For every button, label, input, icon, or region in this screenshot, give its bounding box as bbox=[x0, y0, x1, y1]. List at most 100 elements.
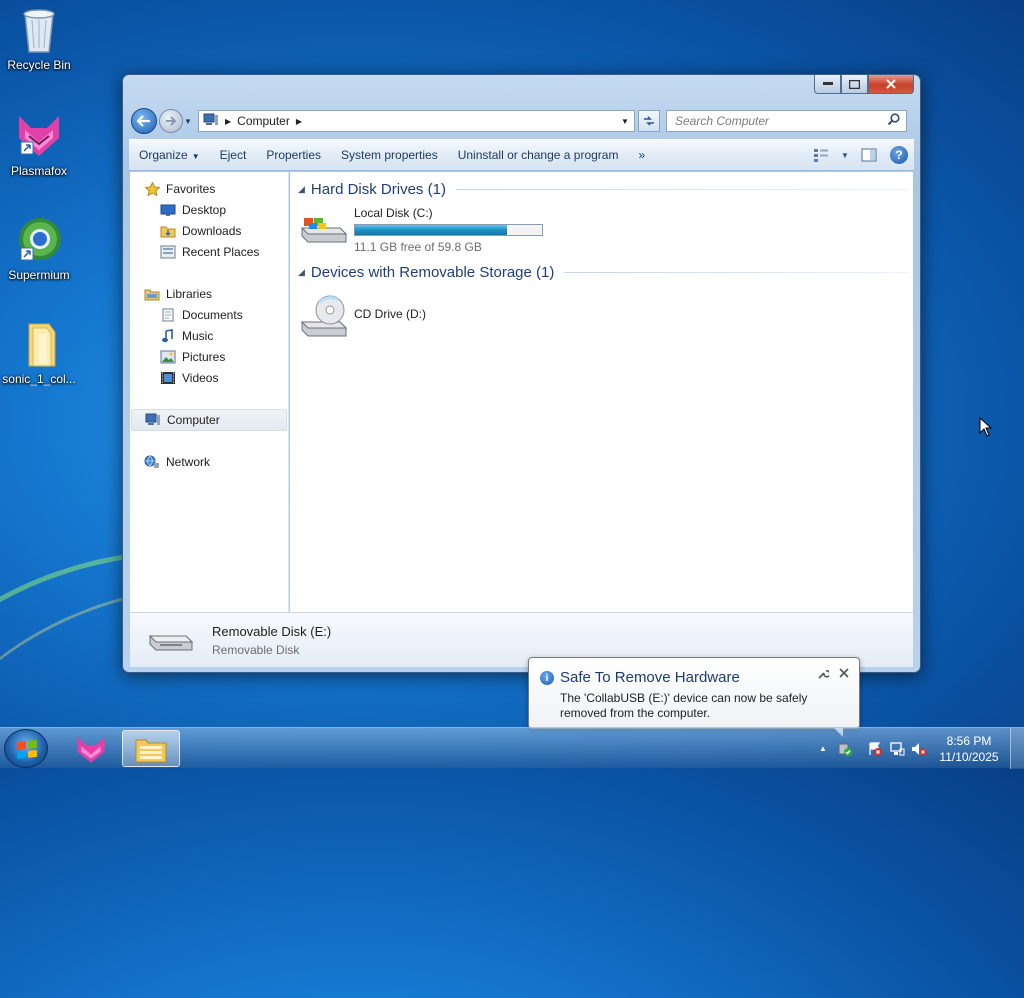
notification-title: Safe To Remove Hardware bbox=[560, 669, 740, 686]
clock[interactable]: 8:56 PM 11/10/2025 bbox=[934, 733, 1004, 765]
nav-item-music[interactable]: Music bbox=[160, 326, 213, 346]
nav-item-label: Videos bbox=[182, 371, 219, 385]
desktop-icon-plasmafox[interactable]: Plasmafox bbox=[0, 112, 78, 178]
back-button[interactable] bbox=[131, 108, 157, 134]
nav-item-label: Desktop bbox=[182, 203, 227, 217]
collapse-group-icon[interactable]: ◢ bbox=[298, 184, 305, 195]
nav-item-label: Computer bbox=[167, 413, 220, 427]
more-commands-button[interactable]: » bbox=[628, 148, 655, 162]
nav-item-label: Libraries bbox=[166, 287, 213, 301]
explorer-window[interactable]: ▼ ▶ Computer ▶ ▼ Organize▼ Eject Propert… bbox=[122, 74, 921, 673]
maximize-button[interactable] bbox=[841, 75, 868, 94]
close-icon[interactable] bbox=[839, 667, 849, 681]
nav-libraries[interactable]: Libraries bbox=[144, 284, 212, 304]
star-icon bbox=[144, 182, 160, 196]
show-hidden-icons-button[interactable]: ▲ bbox=[812, 738, 834, 760]
nav-item-label: Network bbox=[166, 455, 211, 469]
search-input[interactable] bbox=[673, 113, 887, 129]
taskbar: ▲ 8:56 PM 11/10/2025 bbox=[0, 727, 1024, 769]
recent-pages-dropdown[interactable]: ▼ bbox=[184, 117, 194, 126]
close-button[interactable] bbox=[868, 75, 914, 94]
help-button[interactable]: ? bbox=[887, 144, 911, 166]
taskbar-plasmafox-button[interactable] bbox=[62, 730, 120, 767]
details-title: Removable Disk (E:) bbox=[212, 623, 332, 639]
network-icon[interactable] bbox=[886, 738, 908, 760]
nav-network[interactable]: Network bbox=[144, 452, 210, 472]
nav-item-pictures[interactable]: Pictures bbox=[160, 347, 225, 367]
minimize-button[interactable] bbox=[814, 75, 841, 94]
disk-usage-fill bbox=[355, 225, 508, 235]
breadcrumb-separator-icon[interactable]: ▶ bbox=[225, 117, 231, 126]
group-divider bbox=[564, 272, 908, 273]
show-desktop-button[interactable] bbox=[1010, 728, 1024, 769]
chevron-down-icon: ▼ bbox=[191, 152, 200, 161]
nav-item-videos[interactable]: Videos bbox=[160, 368, 218, 388]
nav-item-downloads[interactable]: Downloads bbox=[160, 221, 241, 241]
clock-date: 11/10/2025 bbox=[939, 749, 999, 764]
disk-usage-bar bbox=[354, 224, 543, 236]
nav-item-desktop[interactable]: Desktop bbox=[160, 200, 226, 220]
notification-balloon[interactable]: i Safe To Remove Hardware The 'CollabUSB… bbox=[528, 657, 860, 737]
action-center-icon[interactable] bbox=[864, 738, 886, 760]
properties-button[interactable]: Properties bbox=[256, 148, 331, 162]
group-removable-storage[interactable]: ◢ Devices with Removable Storage (1) bbox=[298, 264, 908, 281]
safely-remove-hardware-icon[interactable] bbox=[834, 738, 856, 760]
uninstall-program-button[interactable]: Uninstall or change a program bbox=[448, 148, 629, 162]
address-bar[interactable]: ▶ Computer ▶ ▼ bbox=[198, 110, 635, 132]
windows-logo-icon bbox=[17, 739, 37, 760]
drive-cd-d[interactable]: CD Drive (D:) bbox=[300, 292, 426, 341]
nav-item-label: Favorites bbox=[166, 182, 216, 196]
nav-item-recent-places[interactable]: Recent Places bbox=[160, 242, 259, 262]
desktop-icon-recycle-bin[interactable]: Recycle Bin bbox=[0, 6, 78, 72]
forward-button[interactable] bbox=[159, 109, 183, 133]
pictures-icon bbox=[160, 350, 176, 364]
desktop-icon-sonic-folder[interactable]: sonic_1_col... bbox=[0, 320, 78, 386]
videos-icon bbox=[160, 371, 176, 385]
music-icon bbox=[160, 329, 176, 343]
recent-icon bbox=[160, 245, 176, 259]
drive-local-disk-c[interactable]: Local Disk (C:) 11.1 GB free of 59.8 GB bbox=[300, 206, 543, 254]
breadcrumb-computer[interactable]: Computer bbox=[237, 114, 290, 128]
details-subtitle: Removable Disk bbox=[212, 642, 300, 657]
preview-pane-button[interactable] bbox=[857, 144, 881, 166]
wrench-icon[interactable] bbox=[817, 668, 831, 683]
library-icon bbox=[144, 287, 160, 301]
drive-name: CD Drive (D:) bbox=[354, 307, 426, 321]
collapse-group-icon[interactable]: ◢ bbox=[298, 267, 305, 278]
start-button[interactable] bbox=[4, 729, 48, 768]
system-properties-button[interactable]: System properties bbox=[331, 148, 448, 162]
network-icon bbox=[144, 455, 160, 469]
organize-menu[interactable]: Organize ▼ bbox=[129, 148, 210, 162]
taskbar-explorer-button[interactable] bbox=[122, 730, 180, 767]
search-box[interactable] bbox=[666, 110, 907, 132]
group-title: Hard Disk Drives (1) bbox=[310, 181, 446, 198]
nav-favorites[interactable]: Favorites bbox=[144, 179, 215, 199]
computer-icon bbox=[145, 413, 161, 427]
downloads-icon bbox=[160, 224, 176, 238]
eject-button[interactable]: Eject bbox=[210, 148, 257, 162]
group-hard-disk-drives[interactable]: ◢ Hard Disk Drives (1) bbox=[298, 181, 908, 198]
breadcrumb-chevron-icon[interactable]: ▶ bbox=[296, 117, 302, 126]
change-view-button[interactable] bbox=[809, 144, 833, 166]
clock-time: 8:56 PM bbox=[946, 733, 992, 748]
desktop-icon-label: Supermium bbox=[8, 268, 70, 282]
desktop-icon bbox=[160, 203, 176, 217]
computer-icon bbox=[203, 113, 219, 130]
nav-computer[interactable]: Computer bbox=[131, 409, 287, 431]
plasmafox-icon bbox=[77, 736, 105, 763]
group-divider bbox=[455, 189, 908, 190]
desktop-icon-supermium[interactable]: Supermium bbox=[0, 216, 78, 282]
mouse-cursor-icon bbox=[979, 417, 993, 437]
nav-item-label: Downloads bbox=[182, 224, 242, 238]
address-dropdown-icon[interactable]: ▼ bbox=[616, 117, 634, 126]
volume-muted-icon[interactable] bbox=[908, 738, 930, 760]
nav-item-documents[interactable]: Documents bbox=[160, 305, 243, 325]
desktop-icon-label: Recycle Bin bbox=[7, 58, 71, 72]
search-icon[interactable] bbox=[887, 113, 900, 129]
command-bar: Organize ▼ Eject Properties System proper… bbox=[129, 139, 914, 171]
system-tray: ▲ 8:56 PM 11/10/2025 bbox=[812, 728, 1024, 769]
nav-item-label: Recent Places bbox=[182, 245, 260, 259]
refresh-button[interactable] bbox=[638, 110, 660, 132]
view-options-dropdown-icon[interactable]: ▼ bbox=[839, 144, 851, 166]
cd-drive-icon bbox=[300, 292, 348, 341]
